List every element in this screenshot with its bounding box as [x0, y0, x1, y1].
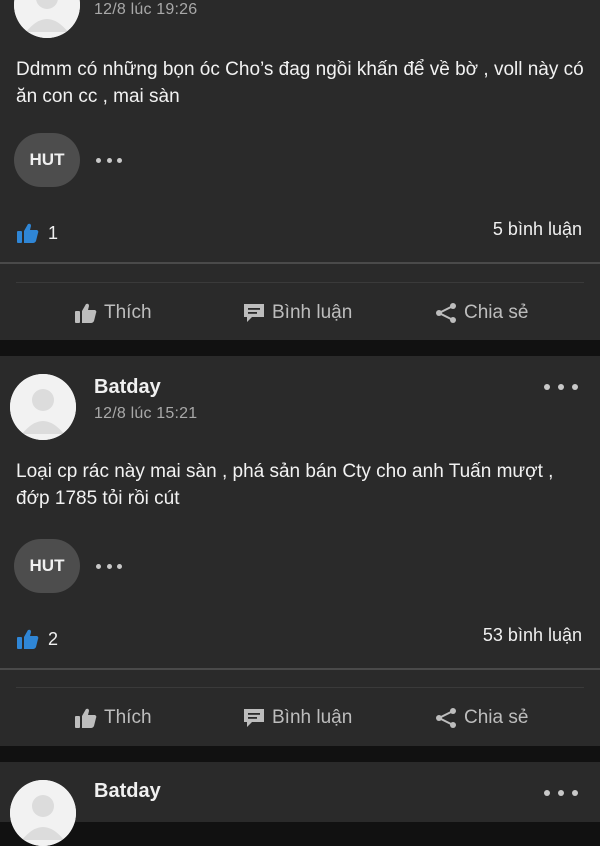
post-card: Batday: [0, 762, 600, 846]
more-options-icon[interactable]: [544, 788, 578, 798]
like-button[interactable]: Thích: [74, 293, 152, 333]
thumbs-up-icon: [17, 223, 39, 243]
like-summary[interactable]: 2: [16, 628, 58, 650]
thumbs-up-icon: [17, 629, 39, 649]
post-content: Loại cp rác này mai sàn , phá sản bán Ct…: [16, 461, 554, 509]
stock-tag-badge[interactable]: HUT: [14, 539, 80, 593]
share-icon: [436, 303, 456, 323]
like-label: Thích: [104, 302, 152, 323]
post-timestamp: 12/8 lúc 15:21: [94, 405, 198, 422]
post-card: 12/8 lúc 19:26 Ddmm có những bọn óc Cho’…: [0, 0, 600, 340]
tag-more-icon[interactable]: [96, 156, 122, 164]
comment-count-link[interactable]: 5 bình luận: [493, 219, 582, 240]
post-actions-bar: Thích Bình luận Chia sẻ: [0, 293, 600, 333]
comment-count-link[interactable]: 53 bình luận: [483, 625, 582, 646]
divider: [16, 282, 584, 283]
share-label: Chia sẻ: [464, 302, 529, 323]
post-author[interactable]: Batday: [94, 376, 161, 399]
avatar[interactable]: [10, 780, 76, 846]
comment-button[interactable]: Bình luận: [242, 293, 352, 333]
like-label: Thích: [104, 707, 152, 728]
divider: [16, 687, 584, 688]
post-card: Batday 12/8 lúc 15:21 Loại cp rác này ma…: [0, 356, 600, 746]
divider: [0, 668, 600, 670]
avatar[interactable]: [10, 374, 76, 440]
thumbs-up-icon: [75, 303, 97, 323]
stock-tag-badge[interactable]: HUT: [14, 133, 80, 187]
default-avatar-icon: [14, 0, 80, 38]
like-count: 2: [48, 628, 59, 649]
comment-bubble-icon: [244, 709, 264, 727]
like-count: 1: [48, 222, 59, 243]
default-avatar-icon: [10, 780, 76, 846]
comment-label: Bình luận: [272, 707, 353, 728]
post-content: Ddmm có những bọn óc Cho’s đag ngồi khấn…: [16, 59, 584, 107]
share-icon: [436, 708, 456, 728]
avatar[interactable]: [14, 0, 80, 38]
like-summary[interactable]: 1: [16, 222, 58, 244]
tag-more-icon[interactable]: [96, 562, 122, 570]
comment-label: Bình luận: [272, 302, 353, 323]
post-actions-bar: Thích Bình luận Chia sẻ: [0, 698, 600, 738]
comment-button[interactable]: Bình luận: [242, 698, 352, 738]
share-label: Chia sẻ: [464, 707, 529, 728]
thumbs-up-icon: [75, 708, 97, 728]
divider: [0, 262, 600, 264]
like-button[interactable]: Thích: [74, 698, 152, 738]
share-button[interactable]: Chia sẻ: [434, 698, 528, 738]
default-avatar-icon: [10, 374, 76, 440]
comment-bubble-icon: [244, 304, 264, 322]
more-options-icon[interactable]: [544, 382, 578, 392]
post-timestamp: 12/8 lúc 19:26: [94, 1, 198, 18]
share-button[interactable]: Chia sẻ: [434, 293, 528, 333]
